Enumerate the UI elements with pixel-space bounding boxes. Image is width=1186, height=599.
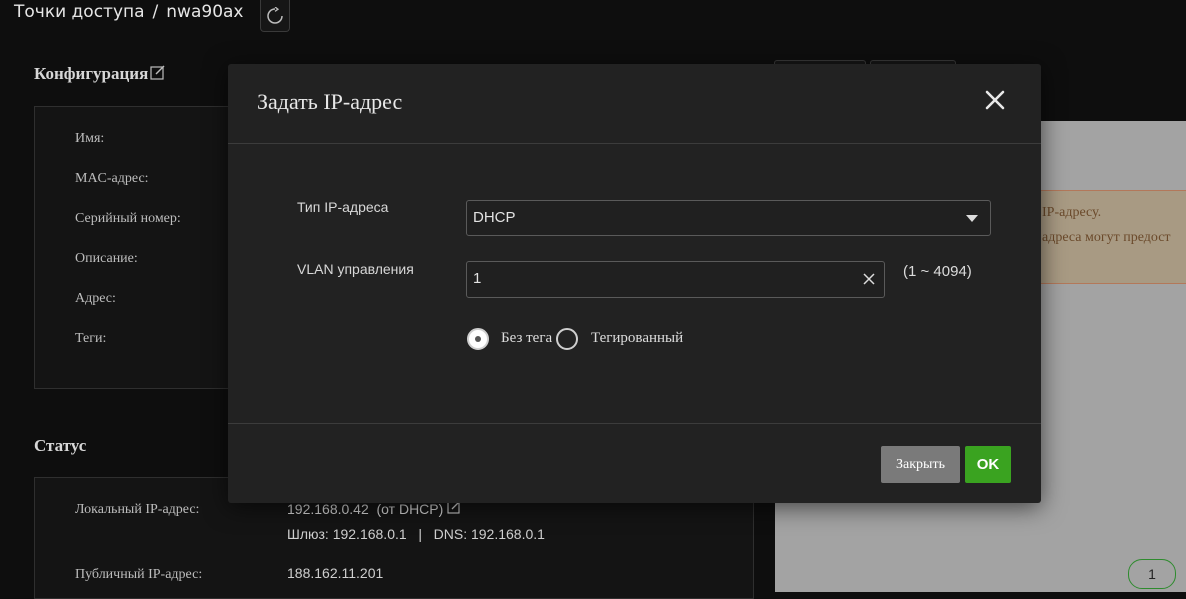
close-icon[interactable] [983, 88, 1007, 112]
breadcrumb-parent[interactable]: Точки доступа [14, 2, 145, 22]
set-ip-dialog: Задать IP-адрес Тип IP-адреса DHCP VLAN … [228, 64, 1041, 503]
breadcrumb-current: nwa90ax [166, 2, 244, 22]
public-ip-label: Публичный IP-адрес: [75, 567, 203, 582]
ip-type-value: DHCP [473, 209, 516, 226]
refresh-icon [267, 6, 283, 24]
breadcrumb: Точки доступа / nwa90ax [14, 2, 244, 22]
vlan-range: (1 ~ 4094) [903, 263, 972, 280]
clear-icon[interactable] [862, 272, 876, 286]
ok-button[interactable]: OK [965, 446, 1011, 483]
radio-tagged-label[interactable]: Тегированный [591, 330, 683, 347]
config-label-serial: Серийный номер: [75, 211, 181, 226]
edit-icon[interactable] [150, 64, 166, 85]
vlan-label: VLAN управления [297, 261, 414, 277]
local-ip-text: 192.168.0.42 (от DHCP) [287, 501, 444, 517]
header-divider [228, 143, 1041, 144]
pagination-page[interactable]: 1 [1128, 559, 1176, 589]
ip-type-select[interactable]: DHCP [466, 200, 991, 236]
chevron-down-icon [966, 215, 978, 222]
radio-untagged[interactable] [467, 328, 489, 350]
notice-line-1: IP-адресу. [1042, 205, 1102, 220]
config-label-tags: Теги: [75, 331, 107, 346]
radio-tagged[interactable] [556, 328, 578, 350]
breadcrumb-separator: / [152, 2, 159, 22]
config-label-name: Имя: [75, 131, 105, 146]
ip-type-label: Тип IP-адреса [297, 199, 389, 215]
dialog-title: Задать IP-адрес [257, 89, 403, 114]
config-title: Конфигурация [34, 64, 149, 83]
notice-box: IP-адресу. адреса могут предост [1024, 190, 1186, 284]
config-section: Конфигурация [34, 64, 166, 85]
close-button[interactable]: Закрыть [881, 446, 960, 483]
status-title: Статус [34, 436, 87, 455]
vlan-input[interactable]: 1 [466, 261, 885, 298]
radio-untagged-label[interactable]: Без тега [501, 330, 552, 347]
config-label-address: Адрес: [75, 291, 116, 306]
notice-line-2: адреса могут предост [1042, 230, 1171, 245]
public-ip-value: 188.162.11.201 [287, 565, 384, 581]
local-ip-label: Локальный IP-адрес: [75, 502, 200, 517]
vlan-value: 1 [473, 270, 482, 287]
footer-divider [228, 423, 1041, 424]
config-label-mac: MAC-адрес: [75, 171, 149, 186]
edit-ip-icon[interactable] [447, 500, 463, 517]
config-label-description: Описание: [75, 251, 138, 266]
refresh-button[interactable] [260, 0, 290, 32]
gateway-dns: Шлюз: 192.168.0.1 | DNS: 192.168.0.1 [287, 526, 545, 542]
